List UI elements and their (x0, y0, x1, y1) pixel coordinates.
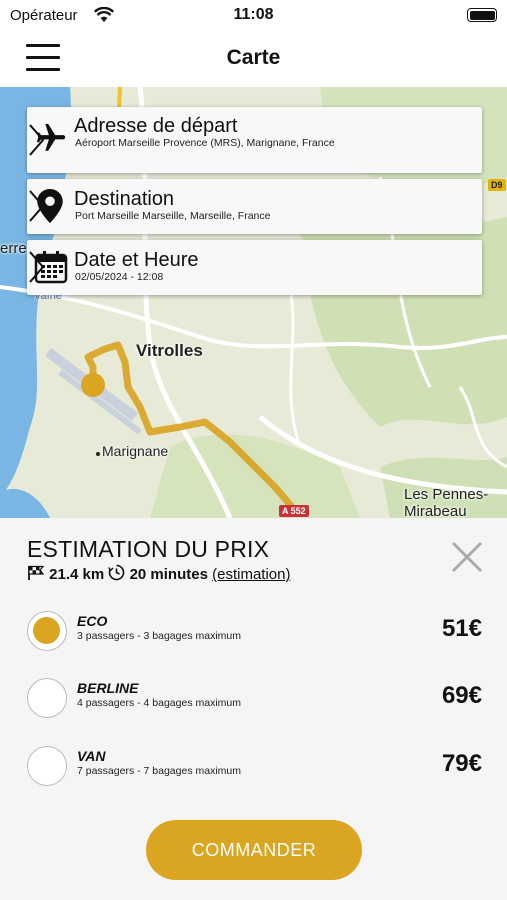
close-icon[interactable] (450, 540, 484, 574)
departure-address: Aéroport Marseille Provence (MRS), Marig… (75, 137, 335, 149)
estimate-note-link[interactable]: (estimation) (212, 566, 290, 583)
map-label-marignane: Marignane (102, 443, 169, 459)
page-title: Carte (226, 46, 281, 69)
destination-card[interactable]: Destination Port Marseille Marseille, Ma… (27, 179, 482, 234)
status-bar: Opérateur 11:08 (0, 0, 507, 30)
road-badge-d9: D9 (488, 179, 506, 191)
order-button[interactable]: COMMANDER (146, 820, 362, 880)
option-price: 69€ (441, 682, 482, 709)
radio-eco[interactable] (27, 611, 67, 651)
map-label-vitrolles: Vitrolles (136, 341, 203, 360)
estimate-title: ESTIMATION DU PRIX (27, 536, 270, 562)
battery-icon (467, 8, 497, 22)
estimate-duration: 20 minutes (129, 566, 208, 583)
departure-title: Adresse de départ (74, 115, 238, 137)
option-price: 51€ (441, 615, 482, 642)
nav-bar: Carte (0, 30, 507, 87)
estimate-distance: 21.4 km (49, 566, 105, 583)
chevron-right-icon (29, 190, 45, 222)
option-name: ECO (77, 613, 108, 629)
datetime-card[interactable]: Date et Heure 02/05/2024 - 12:08 (27, 240, 482, 295)
option-description: 7 passagers - 7 bagages maximum (77, 765, 241, 777)
option-description: 3 passagers - 3 bagages maximum (77, 630, 241, 642)
option-name: VAN (77, 748, 106, 764)
chevron-right-icon (29, 251, 45, 283)
clock-icon (108, 564, 125, 581)
option-name: BERLINE (77, 680, 139, 696)
option-description: 4 passagers - 4 bagages maximum (77, 697, 241, 709)
datetime-value: 02/05/2024 - 12:08 (75, 271, 164, 283)
option-eco[interactable]: ECO 3 passagers - 3 bagages maximum 51€ (27, 611, 482, 655)
datetime-title: Date et Heure (74, 249, 199, 271)
chevron-right-icon (29, 124, 45, 156)
checkered-flag-icon (28, 565, 45, 580)
radio-berline[interactable] (27, 678, 67, 718)
clock: 11:08 (233, 6, 274, 23)
map-label-erre: erre (0, 240, 27, 257)
departure-card[interactable]: Adresse de départ Aéroport Marseille Pro… (27, 107, 482, 173)
road-badge-a552: A 552 (279, 505, 309, 517)
price-estimate-sheet: ESTIMATION DU PRIX 21.4 km 20 minutes (e… (0, 518, 507, 900)
option-price: 79€ (441, 750, 482, 777)
destination-title: Destination (74, 188, 175, 210)
map-view[interactable]: Vitrolles Marignane Les Pennes- Mirabeau… (0, 87, 507, 518)
radio-van[interactable] (27, 746, 67, 786)
map-label-les-pennes-mirabeau: Les Pennes- Mirabeau (404, 486, 489, 518)
option-van[interactable]: VAN 7 passagers - 7 bagages maximum 79€ (27, 746, 482, 790)
estimate-summary: 21.4 km 20 minutes (estimation) (27, 564, 290, 583)
option-berline[interactable]: BERLINE 4 passagers - 4 bagages maximum … (27, 678, 482, 722)
destination-address: Port Marseille Marseille, Marseille, Fra… (75, 210, 271, 222)
